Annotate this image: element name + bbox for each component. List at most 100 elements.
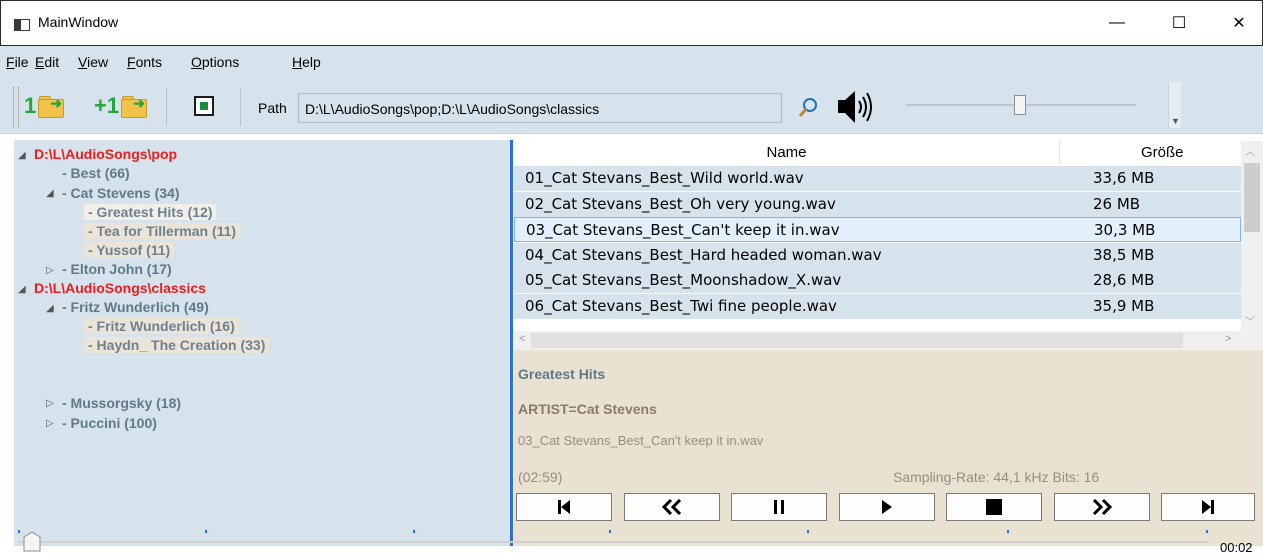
file-size: 35,9 MB	[1093, 297, 1155, 315]
file-name: 01_Cat Stevans_Best_Wild world.wav	[525, 169, 804, 187]
expander-open-icon[interactable]: ◢	[18, 284, 26, 295]
pause-icon	[774, 500, 784, 514]
column-header-size[interactable]: Größe	[1061, 141, 1241, 163]
toolbar-overflow-button[interactable]: ▼	[1168, 82, 1181, 128]
menu-view[interactable]: View	[78, 54, 108, 70]
file-size: 38,5 MB	[1093, 246, 1155, 264]
toolbar-grip[interactable]	[13, 87, 19, 127]
tree-item-fritz-wunderlich-album[interactable]: - Fritz Wunderlich (16)	[84, 318, 239, 334]
close-button[interactable]: ✕	[1216, 0, 1262, 46]
search-button[interactable]	[796, 96, 820, 120]
file-row[interactable]: 05_Cat Stevans_Best_Moonshadow_X.wav 28,6…	[514, 268, 1241, 293]
stop-button[interactable]	[946, 493, 1042, 521]
vertical-scroll-thumb[interactable]	[1244, 163, 1260, 232]
minimize-button[interactable]: —	[1094, 0, 1140, 46]
menu-edit[interactable]: Edit	[35, 54, 59, 70]
scroll-up-icon[interactable]: ︿	[1245, 143, 1255, 158]
volume-slider-thumb[interactable]	[1014, 95, 1026, 115]
slider-tick	[609, 530, 611, 533]
open-folder-number: 1	[24, 93, 37, 118]
next-track-button[interactable]	[1161, 493, 1255, 521]
current-filename: 03_Cat Stevans_Best_Can't keep it in.wav	[518, 433, 764, 448]
file-size: 26 MB	[1093, 195, 1141, 213]
slider-tick	[1206, 530, 1208, 533]
path-input[interactable]: D:\L\AudioSongs\pop;D:\L\AudioSongs\clas…	[298, 93, 782, 123]
file-row[interactable]: 02_Cat Stevans_Best_Oh very young.wav 26 …	[514, 192, 1241, 217]
add-folder-number: +1	[94, 93, 120, 118]
menu-help[interactable]: Help	[292, 54, 321, 70]
file-row[interactable]: 04_Cat Stevans_Best_Hard headed woman.wa…	[514, 243, 1241, 268]
position-slider-thumb[interactable]	[22, 531, 42, 553]
menu-bar	[0, 46, 1263, 74]
add-folder-button[interactable]: +1 ➜	[94, 93, 149, 119]
expander-closed-icon[interactable]: ▷	[46, 265, 54, 276]
expander-open-icon[interactable]: ◢	[46, 188, 54, 199]
speaker-button[interactable]	[834, 88, 874, 126]
column-header-name[interactable]: Name	[514, 141, 1060, 163]
toolbar-separator	[240, 88, 241, 126]
stop-square-button[interactable]	[194, 96, 214, 116]
pause-button[interactable]	[731, 493, 827, 521]
speaker-icon	[838, 91, 872, 123]
path-label: Path	[258, 100, 287, 116]
rewind-icon	[661, 498, 682, 516]
slider-tick	[413, 530, 415, 533]
tree-item-best[interactable]: - Best (66)	[62, 165, 130, 181]
file-row-selected[interactable]: 03_Cat Stevans_Best_Can't keep it in.wav…	[514, 217, 1241, 242]
tree-item-fritz-wunderlich[interactable]: - Fritz Wunderlich (49)	[62, 299, 209, 315]
file-name: 05_Cat Stevans_Best_Moonshadow_X.wav	[525, 271, 842, 289]
scrollbar-corner	[1241, 331, 1263, 350]
folder-tree: ◢ D:\L\AudioSongs\pop - Best (66) ◢ - Ca…	[14, 140, 510, 546]
play-button[interactable]	[839, 493, 935, 521]
tree-item-cat-stevens[interactable]: - Cat Stevens (34)	[62, 185, 179, 201]
fast-forward-button[interactable]	[1054, 493, 1150, 521]
file-name: 04_Cat Stevans_Best_Hard headed woman.wa…	[525, 246, 882, 264]
menu-file[interactable]: File	[6, 54, 29, 70]
toolbar-separator	[166, 88, 167, 126]
tree-root-pop[interactable]: D:\L\AudioSongs\pop	[34, 146, 177, 162]
expander-open-icon[interactable]: ◢	[46, 303, 54, 314]
expander-open-icon[interactable]: ◢	[18, 150, 26, 161]
album-title: Greatest Hits	[518, 366, 606, 382]
scroll-right-icon[interactable]: >	[1225, 333, 1231, 345]
horizontal-scroll-thumb[interactable]	[531, 333, 1183, 348]
previous-track-button[interactable]	[516, 493, 612, 521]
tree-item-tea-for-tillerman[interactable]: - Tea for Tillerman (11)	[84, 223, 241, 239]
file-name: 06_Cat Stevans_Best_Twi fine people.wav	[525, 297, 837, 315]
pane-splitter[interactable]	[510, 140, 513, 546]
scroll-down-icon[interactable]: ﹀	[1245, 313, 1255, 328]
slider-tick	[1007, 530, 1009, 533]
scroll-left-icon[interactable]: <	[519, 333, 525, 345]
app-window-icon	[14, 19, 30, 31]
maximize-button[interactable]: ☐	[1156, 0, 1202, 46]
artist-label: ARTIST=Cat Stevens	[518, 401, 657, 417]
slider-tick	[807, 530, 809, 533]
tree-item-puccini[interactable]: - Puccini (100)	[62, 415, 157, 431]
tree-item-mussorgsky[interactable]: - Mussorgsky (18)	[62, 395, 181, 411]
search-icon	[798, 98, 817, 117]
folder-open-icon: ➜	[38, 95, 66, 118]
file-size: 30,3 MB	[1094, 221, 1156, 239]
tree-item-haydn-creation[interactable]: - Haydn_ The Creation (33)	[84, 337, 270, 353]
rewind-button[interactable]	[624, 493, 720, 521]
file-size: 33,6 MB	[1093, 169, 1155, 187]
file-row[interactable]: 06_Cat Stevans_Best_Twi fine people.wav 3…	[514, 294, 1241, 319]
tree-item-greatest-hits[interactable]: - Greatest Hits (12)	[84, 204, 217, 220]
slider-tick	[18, 530, 20, 533]
position-slider-track[interactable]	[18, 541, 1208, 543]
file-size: 28,6 MB	[1093, 271, 1155, 289]
tree-item-elton-john[interactable]: - Elton John (17)	[62, 261, 172, 277]
file-name: 02_Cat Stevans_Best_Oh very young.wav	[525, 195, 836, 213]
tree-root-classics[interactable]: D:\L\AudioSongs\classics	[34, 280, 206, 296]
menu-fonts[interactable]: Fonts	[127, 54, 162, 70]
expander-closed-icon[interactable]: ▷	[46, 418, 54, 429]
expander-closed-icon[interactable]: ▷	[46, 398, 54, 409]
open-folder-button[interactable]: 1 ➜	[24, 93, 66, 119]
previous-track-icon	[558, 500, 570, 514]
file-row[interactable]: 01_Cat Stevans_Best_Wild world.wav 33,6 M…	[514, 166, 1241, 191]
menu-options[interactable]: Options	[191, 54, 239, 70]
tree-item-yussof[interactable]: - Yussof (11)	[84, 242, 175, 258]
title-bar	[0, 0, 1263, 46]
stop-square-icon	[200, 102, 208, 110]
stop-icon	[986, 499, 1002, 515]
